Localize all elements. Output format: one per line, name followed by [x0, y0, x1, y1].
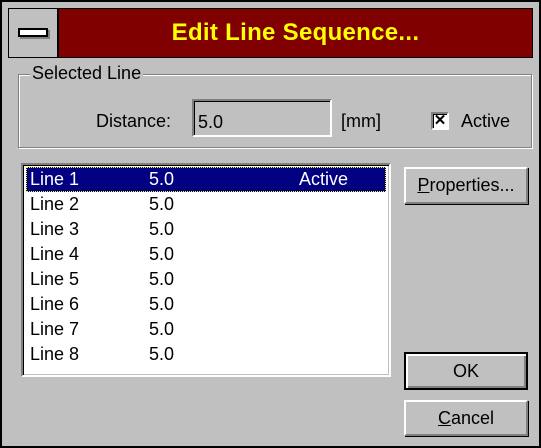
distance-input[interactable]	[192, 99, 332, 137]
line-distance: 5.0	[149, 269, 175, 289]
line-sequence-list[interactable]: Line 1 5.0 Active Line 2 5.0 Line 3 5.0 …	[21, 163, 391, 377]
list-item-line-8[interactable]: Line 8 5.0	[26, 342, 386, 367]
line-distance: 5.0	[149, 219, 175, 239]
window-title: Edit Line Sequence...	[171, 19, 420, 46]
list-item-line-4[interactable]: Line 4 5.0	[26, 242, 386, 267]
line-distance: 5.0	[149, 319, 175, 339]
line-name: Line 6	[30, 294, 80, 314]
line-name: Line 8	[30, 344, 80, 364]
active-checkbox-label[interactable]: Active	[461, 110, 510, 132]
cancel-button[interactable]: Cancel	[404, 400, 528, 436]
properties-mnemonic: P	[417, 175, 430, 195]
properties-button[interactable]: Properties...	[404, 167, 528, 204]
list-item-line-2[interactable]: Line 2 5.0	[26, 192, 386, 217]
line-distance: 5.0	[149, 244, 175, 264]
distance-label: Distance:	[96, 111, 172, 131]
list-item-line-7[interactable]: Line 7 5.0	[26, 317, 386, 342]
line-name: Line 2	[30, 194, 80, 214]
system-menu-icon	[18, 28, 48, 37]
active-checkbox[interactable]: ✕	[431, 112, 449, 130]
line-state: Active	[299, 169, 349, 189]
list-item-line-3[interactable]: Line 3 5.0	[26, 217, 386, 242]
line-name: Line 5	[30, 269, 80, 289]
list-item-line-1[interactable]: Line 1 5.0 Active	[26, 167, 386, 192]
edit-line-sequence-dialog: Edit Line Sequence... Selected Line Dist…	[0, 0, 541, 448]
list-item-line-5[interactable]: Line 5 5.0	[26, 267, 386, 292]
properties-label: roperties...	[429, 175, 515, 195]
unit-label: [mm]	[341, 111, 381, 131]
line-distance: 5.0	[149, 194, 175, 214]
cancel-label: ancel	[450, 408, 495, 428]
line-name: Line 4	[30, 244, 80, 264]
line-name: Line 3	[30, 219, 80, 239]
system-menu-button[interactable]	[9, 9, 59, 57]
list-item-line-6[interactable]: Line 6 5.0	[26, 292, 386, 317]
line-distance: 5.0	[149, 344, 175, 364]
line-distance: 5.0	[149, 294, 175, 314]
ok-button[interactable]: OK	[404, 352, 528, 390]
line-name: Line 7	[30, 319, 80, 339]
cancel-mnemonic: C	[437, 408, 451, 428]
selected-line-group-label: Selected Line	[30, 62, 144, 84]
line-distance: 5.0	[149, 169, 175, 189]
title-bar[interactable]: Edit Line Sequence...	[8, 8, 533, 58]
line-name: Line 1	[30, 169, 80, 189]
